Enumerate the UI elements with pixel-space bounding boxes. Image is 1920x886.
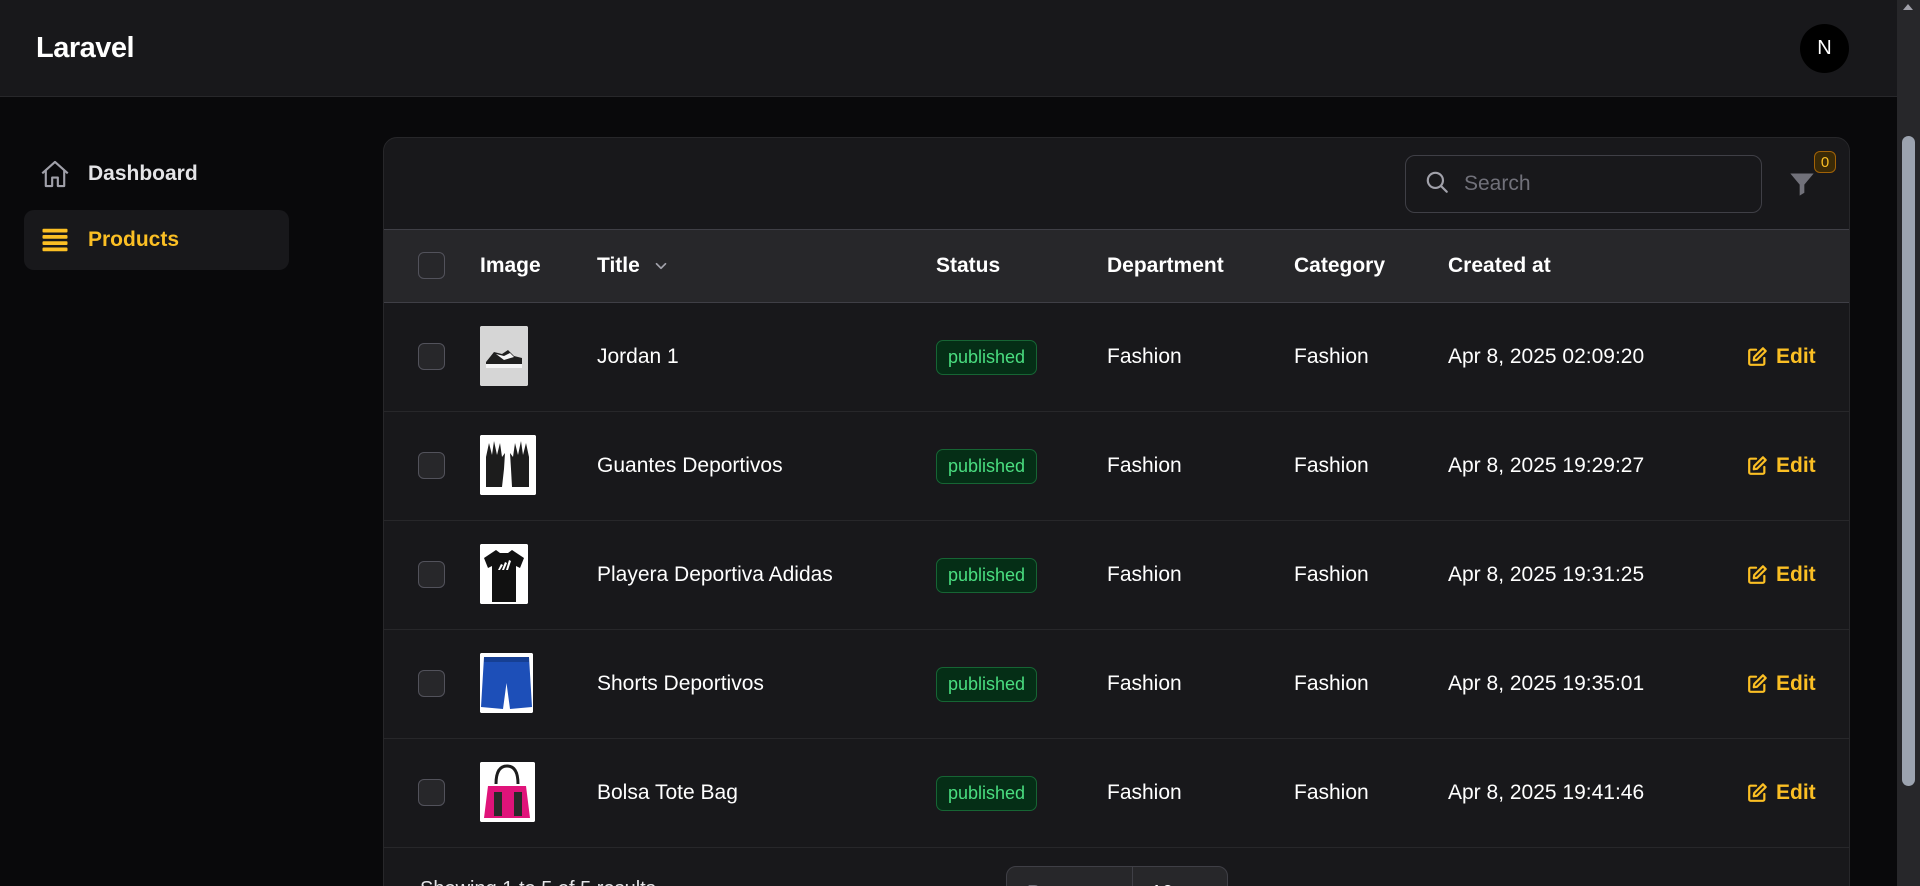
column-header-created-at: Created at (1448, 254, 1551, 277)
status-badge: published (936, 557, 1038, 593)
row-checkbox[interactable] (418, 779, 445, 806)
status-cell: published (936, 630, 1038, 738)
sidebar-item-products[interactable]: Products (24, 210, 289, 270)
top-bar: Laravel N (0, 0, 1897, 97)
status-cell: published (936, 739, 1038, 847)
row-checkbox[interactable] (418, 343, 445, 370)
edit-label: Edit (1776, 563, 1816, 586)
filter-count-badge: 0 (1814, 151, 1836, 173)
department-cell: Fashion (1107, 454, 1182, 477)
status-badge: published (936, 339, 1038, 375)
page-scrollbar[interactable] (1897, 0, 1920, 886)
funnel-icon (1788, 170, 1816, 203)
created-at-cell: Apr 8, 2025 19:31:25 (1448, 563, 1645, 586)
pagination-summary: Showing 1 to 5 of 5 results (420, 878, 656, 886)
user-avatar[interactable]: N (1800, 24, 1849, 73)
row-checkbox[interactable] (418, 561, 445, 588)
per-page-select[interactable]: Per page 10 (1006, 866, 1228, 886)
department-cell: Fashion (1107, 672, 1182, 695)
edit-button[interactable]: Edit (1746, 739, 1816, 847)
product-image-tote-bag[interactable] (480, 762, 535, 822)
sidebar: Dashboard Products (0, 97, 300, 886)
edit-label: Edit (1776, 781, 1816, 804)
created-at-cell: Apr 8, 2025 02:09:20 (1448, 345, 1645, 368)
column-header-status: Status (936, 254, 1001, 277)
status-badge: published (936, 448, 1038, 484)
scroll-up-arrow-icon[interactable] (1903, 4, 1913, 10)
per-page-label: Per page (1007, 867, 1133, 886)
product-title: Guantes Deportivos (597, 454, 783, 477)
edit-icon (1746, 673, 1768, 695)
category-cell: Fashion (1294, 345, 1369, 368)
per-page-value: 10 (1133, 882, 1173, 886)
department-cell: Fashion (1107, 563, 1182, 586)
product-image-shorts[interactable] (480, 653, 533, 713)
table-row[interactable]: Jordan 1 published Fashion Fashion Apr 8… (384, 303, 1849, 412)
created-at-cell: Apr 8, 2025 19:29:27 (1448, 454, 1645, 477)
sidebar-item-label: Products (88, 228, 180, 251)
products-table-panel: 0 Image Title Status Department Category… (383, 137, 1850, 886)
created-at-cell: Apr 8, 2025 19:41:46 (1448, 781, 1645, 804)
column-header-title[interactable]: Title (597, 230, 670, 302)
category-cell: Fashion (1294, 563, 1369, 586)
search-field[interactable] (1405, 155, 1762, 213)
row-checkbox[interactable] (418, 670, 445, 697)
sidebar-item-label: Dashboard (88, 162, 198, 185)
edit-label: Edit (1776, 345, 1816, 368)
department-cell: Fashion (1107, 345, 1182, 368)
product-title: Shorts Deportivos (597, 672, 764, 695)
status-badge: published (936, 775, 1038, 811)
column-header-title-label: Title (597, 254, 640, 277)
status-badge: published (936, 666, 1038, 702)
search-input[interactable] (1464, 172, 1744, 196)
department-cell: Fashion (1107, 781, 1182, 804)
status-cell: published (936, 521, 1038, 629)
column-header-image: Image (480, 254, 541, 277)
status-cell: published (936, 412, 1038, 520)
category-cell: Fashion (1294, 454, 1369, 477)
chevron-down-icon (652, 257, 670, 275)
table-row[interactable]: Shorts Deportivos published Fashion Fash… (384, 630, 1849, 739)
created-at-cell: Apr 8, 2025 19:35:01 (1448, 672, 1645, 695)
table-row[interactable]: Playera Deportiva Adidas published Fashi… (384, 521, 1849, 630)
edit-icon (1746, 564, 1768, 586)
sidebar-item-dashboard[interactable]: Dashboard (24, 144, 289, 204)
product-title: Bolsa Tote Bag (597, 781, 738, 804)
category-cell: Fashion (1294, 672, 1369, 695)
table-row[interactable]: Bolsa Tote Bag published Fashion Fashion… (384, 739, 1849, 848)
list-icon (38, 223, 72, 257)
edit-icon (1746, 455, 1768, 477)
edit-icon (1746, 346, 1768, 368)
row-checkbox[interactable] (418, 452, 445, 479)
status-cell: published (936, 303, 1038, 411)
edit-button[interactable]: Edit (1746, 303, 1816, 411)
edit-button[interactable]: Edit (1746, 412, 1816, 520)
home-icon (38, 157, 72, 191)
column-header-department: Department (1107, 254, 1224, 277)
edit-icon (1746, 782, 1768, 804)
brand-logo[interactable]: Laravel (36, 32, 135, 65)
product-title: Playera Deportiva Adidas (597, 563, 833, 586)
search-icon (1424, 169, 1450, 200)
table-row[interactable]: Guantes Deportivos published Fashion Fas… (384, 412, 1849, 521)
product-image-tshirt[interactable] (480, 544, 528, 604)
product-image-sneaker[interactable] (480, 326, 528, 386)
edit-label: Edit (1776, 672, 1816, 695)
scrollbar-thumb[interactable] (1902, 136, 1915, 786)
category-cell: Fashion (1294, 781, 1369, 804)
select-all-checkbox[interactable] (418, 252, 445, 279)
column-header-category: Category (1294, 254, 1386, 277)
edit-button[interactable]: Edit (1746, 521, 1816, 629)
product-image-gloves[interactable] (480, 435, 536, 495)
edit-button[interactable]: Edit (1746, 630, 1816, 738)
edit-label: Edit (1776, 454, 1816, 477)
product-title: Jordan 1 (597, 345, 679, 368)
table-header: Image Title Status Department Category C… (384, 229, 1849, 303)
